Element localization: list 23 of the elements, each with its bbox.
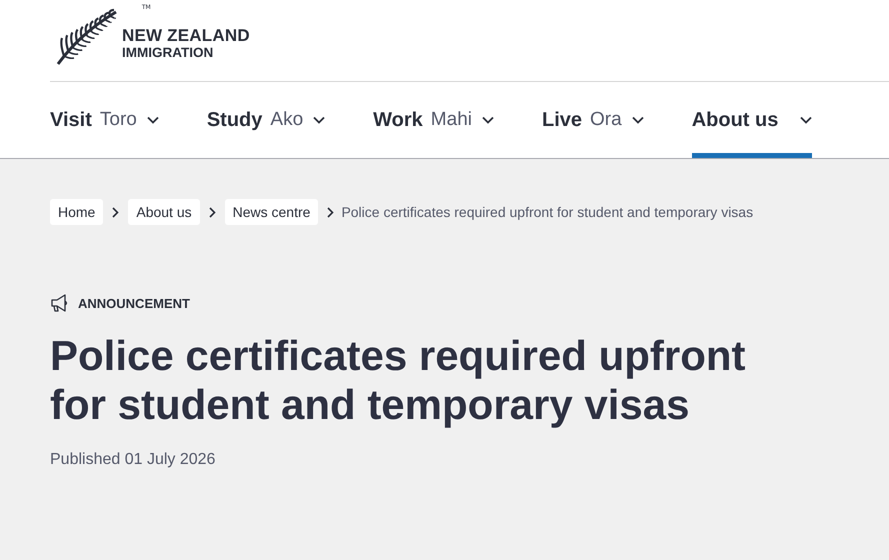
- chevron-down-icon: [482, 116, 494, 124]
- breadcrumb-current: Police certificates required upfront for student and temporary visas: [341, 204, 754, 220]
- chevron-down-icon: [632, 116, 644, 124]
- nav-tab[interactable]: About us: [692, 82, 812, 158]
- published-date: Published 01 July 2026: [50, 451, 216, 469]
- chevron-right-icon: [327, 206, 334, 218]
- megaphone-icon: [50, 293, 70, 313]
- category-label: ANNOUNCEMENT: [78, 296, 190, 310]
- logo-title: NEW ZEALAND: [122, 27, 250, 44]
- logo-subtitle: IMMIGRATION: [122, 46, 214, 60]
- breadcrumb-link[interactable]: About us: [128, 199, 200, 225]
- nav-tab[interactable]: Live Ora: [542, 82, 644, 158]
- nav-tab[interactable]: Work Mahi: [373, 82, 494, 158]
- chevron-right-icon: [112, 206, 120, 218]
- breadcrumb-link[interactable]: Home: [50, 199, 104, 225]
- chevron-down-icon: [800, 116, 812, 124]
- nav-tab[interactable]: Study Ako: [206, 82, 326, 158]
- chevron-down-icon: [146, 116, 159, 124]
- article-title: Police certificates required upfront for student and temporary visas: [50, 331, 747, 429]
- nav-tab[interactable]: Visit Toro: [50, 82, 159, 158]
- chevron-down-icon: [313, 116, 326, 124]
- breadcrumb-link[interactable]: News centre: [224, 199, 318, 225]
- chevron-right-icon: [208, 206, 216, 218]
